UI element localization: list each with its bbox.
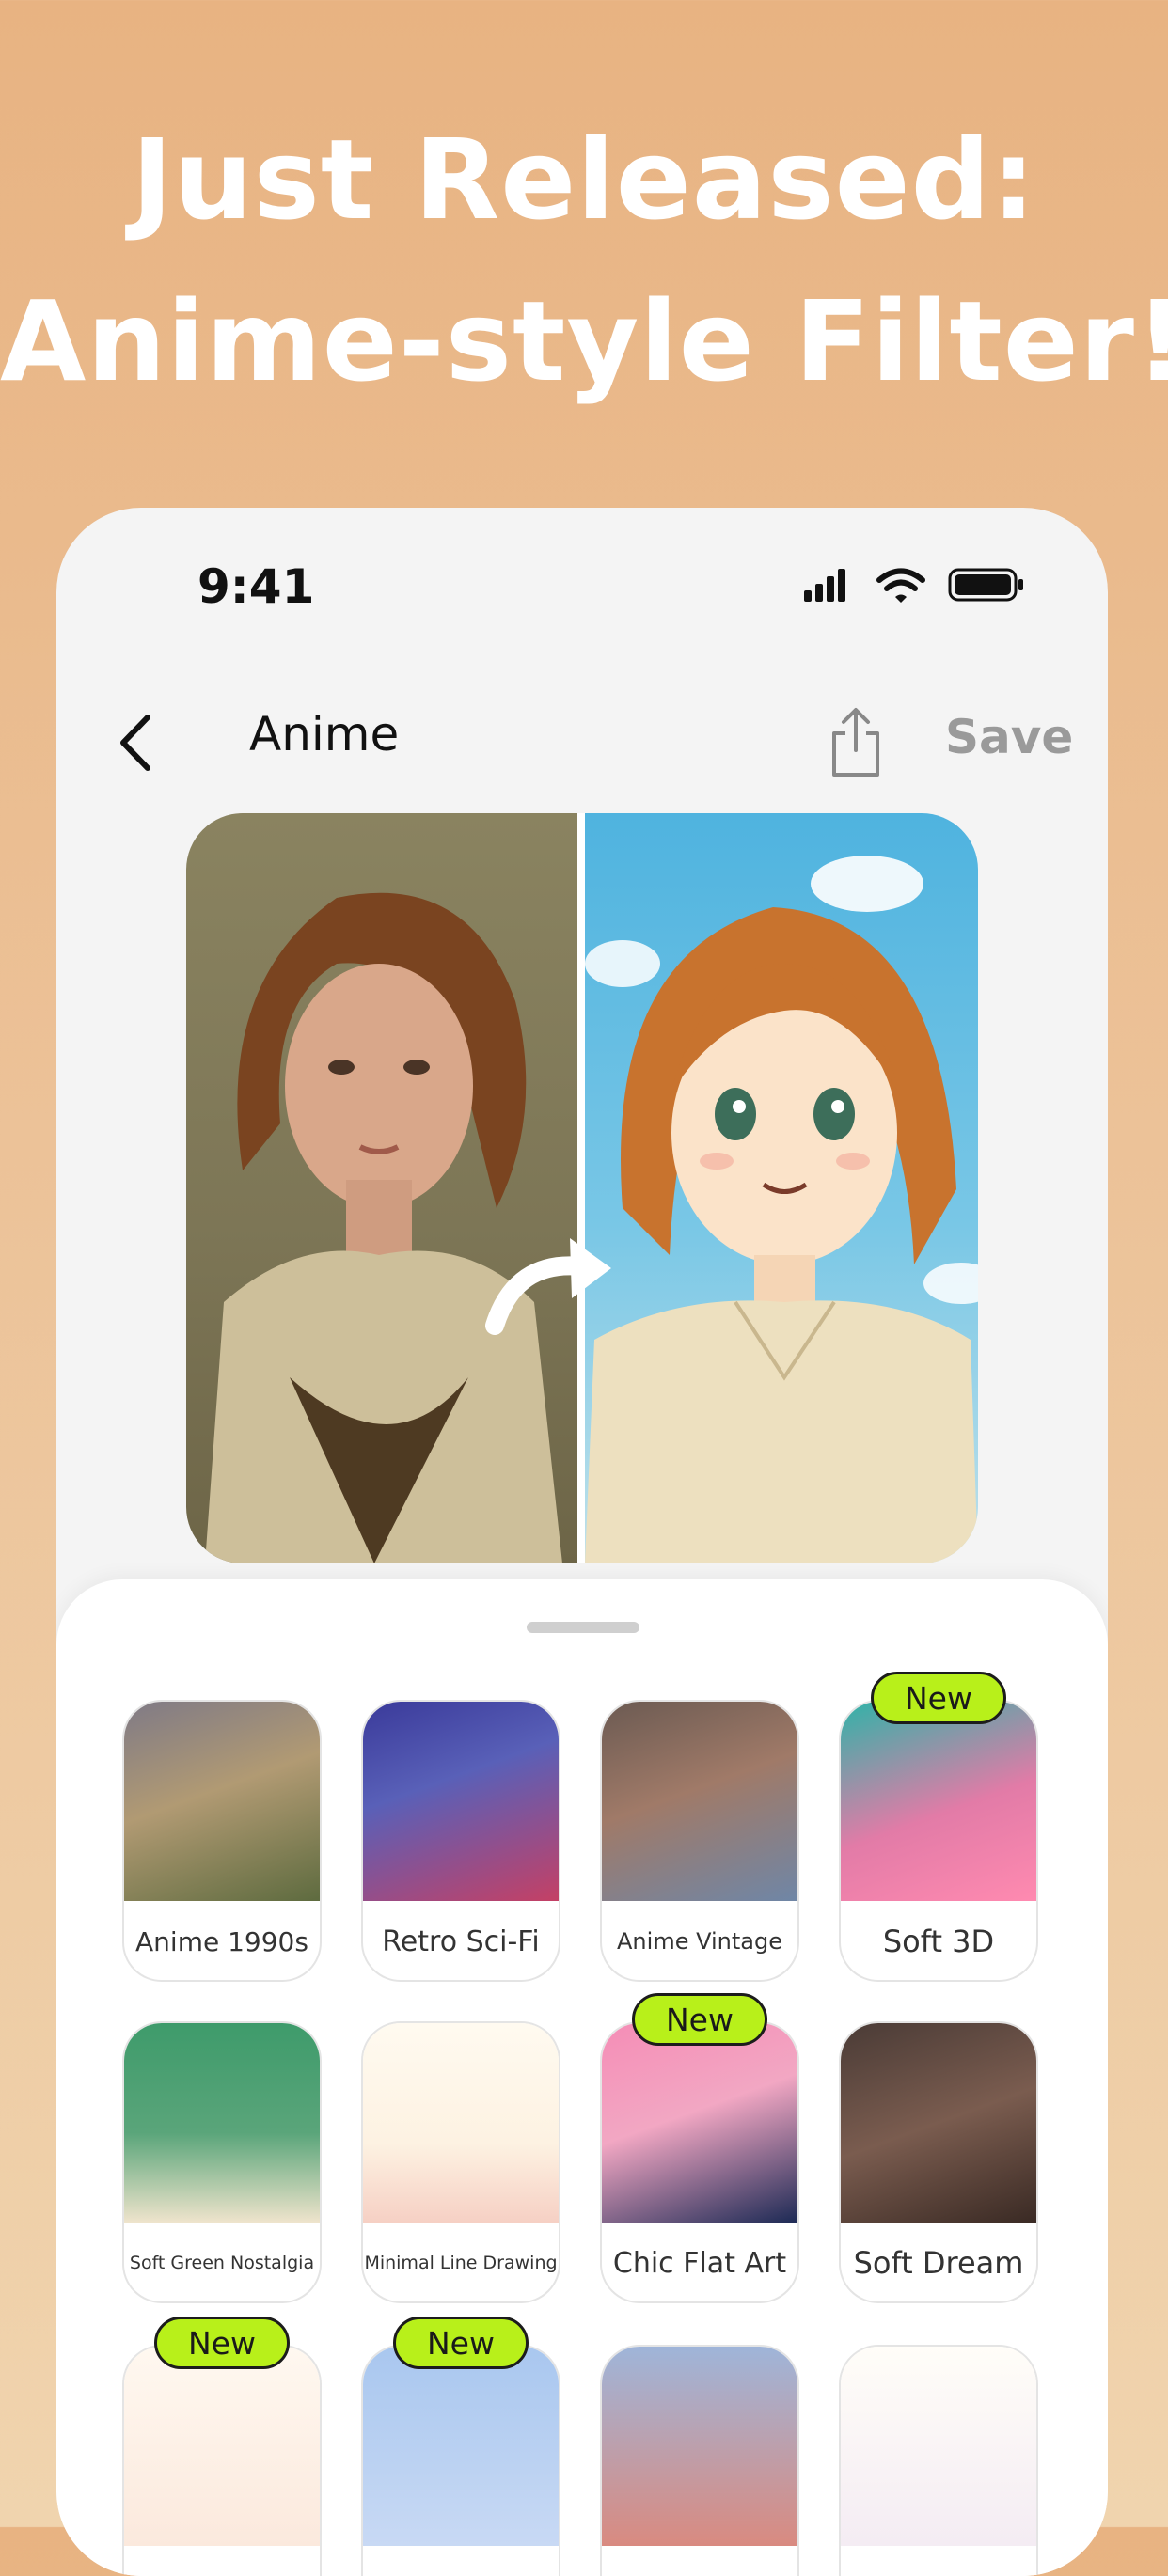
status-icons xyxy=(804,566,1030,607)
filter-thumbnail xyxy=(841,2023,1036,2223)
filter-card[interactable] xyxy=(600,2345,799,2576)
filter-card[interactable]: Anime Vintage xyxy=(600,1700,799,1982)
filter-label: Anime 1990s xyxy=(135,1925,308,1957)
headline-line-2: Anime-style Filter! xyxy=(0,276,1168,406)
wifi-icon xyxy=(876,568,925,603)
battery-icon xyxy=(948,568,1023,602)
filter-thumbnail xyxy=(841,1702,1036,1901)
filter-thumbnail xyxy=(124,2347,320,2546)
filter-card[interactable]: Retro Sci-Fi xyxy=(361,1700,560,1982)
sheet-drag-handle[interactable] xyxy=(527,1622,639,1633)
filter-card[interactable]: Soft 3D xyxy=(839,1700,1038,1982)
filter-thumbnail xyxy=(602,1702,797,1901)
filter-card[interactable]: Minimal Line Drawing xyxy=(361,2021,560,2303)
filter-label: Soft 3D xyxy=(882,1924,995,1959)
filter-thumbnail xyxy=(602,2347,797,2546)
filter-card[interactable]: Soft Dream xyxy=(839,2021,1038,2303)
filter-thumbnail xyxy=(124,2023,320,2223)
filter-card[interactable]: Chic Flat Art xyxy=(600,2021,799,2303)
new-badge: New xyxy=(154,2317,290,2369)
filter-card[interactable] xyxy=(839,2345,1038,2576)
cellular-signal-icon xyxy=(804,569,845,602)
filter-label: Soft Green Nostalgia xyxy=(129,2253,315,2273)
filter-label xyxy=(841,2546,1036,2576)
filter-label: Minimal Line Drawing xyxy=(364,2253,558,2273)
anime-result xyxy=(585,813,978,1563)
share-icon xyxy=(832,708,879,777)
chevron-left-icon xyxy=(120,715,150,771)
phone-screen: 9:41 Anime Save Anime 1990s Retro Sci-Fi… xyxy=(56,508,1108,2576)
filter-thumbnail xyxy=(841,2347,1036,2546)
new-badge: New xyxy=(632,1993,767,2046)
filter-card[interactable] xyxy=(361,2345,560,2576)
before-after-comparison[interactable] xyxy=(186,813,978,1563)
filter-label: Anime Vintage xyxy=(617,1928,782,1955)
filter-card[interactable]: Soft Green Nostalgia xyxy=(122,2021,322,2303)
filter-sheet: Anime 1990s Retro Sci-Fi Anime Vintage Soft… xyxy=(56,1579,1108,2576)
save-button[interactable]: Save xyxy=(945,710,1073,764)
filter-label: Chic Flat Art xyxy=(612,2246,787,2280)
filter-thumbnail xyxy=(363,2023,559,2223)
headline-line-1: Just Released: xyxy=(131,115,1037,244)
filter-card[interactable]: Anime 1990s xyxy=(122,1700,322,1982)
filter-thumbnail xyxy=(363,1702,559,1901)
filter-thumbnail xyxy=(363,2347,559,2546)
page-title: Anime xyxy=(249,707,400,762)
new-badge: New xyxy=(393,2317,529,2369)
share-button[interactable] xyxy=(823,705,889,780)
filter-label: Soft Dream xyxy=(853,2245,1024,2281)
status-time: 9:41 xyxy=(197,559,315,614)
new-badge: New xyxy=(871,1672,1006,1724)
headline: Just Released: Anime-style Filter! xyxy=(0,99,1168,422)
comparison-divider-handle[interactable] xyxy=(577,813,585,1563)
filter-card[interactable] xyxy=(122,2345,322,2576)
filter-label xyxy=(124,2546,320,2576)
filter-label xyxy=(602,2546,797,2576)
filter-label: Retro Sci-Fi xyxy=(382,1924,540,1958)
filter-thumbnail xyxy=(602,2023,797,2223)
original-photo xyxy=(186,813,577,1563)
filter-label xyxy=(363,2546,559,2576)
back-button[interactable] xyxy=(108,710,165,776)
filter-thumbnail xyxy=(124,1702,320,1901)
